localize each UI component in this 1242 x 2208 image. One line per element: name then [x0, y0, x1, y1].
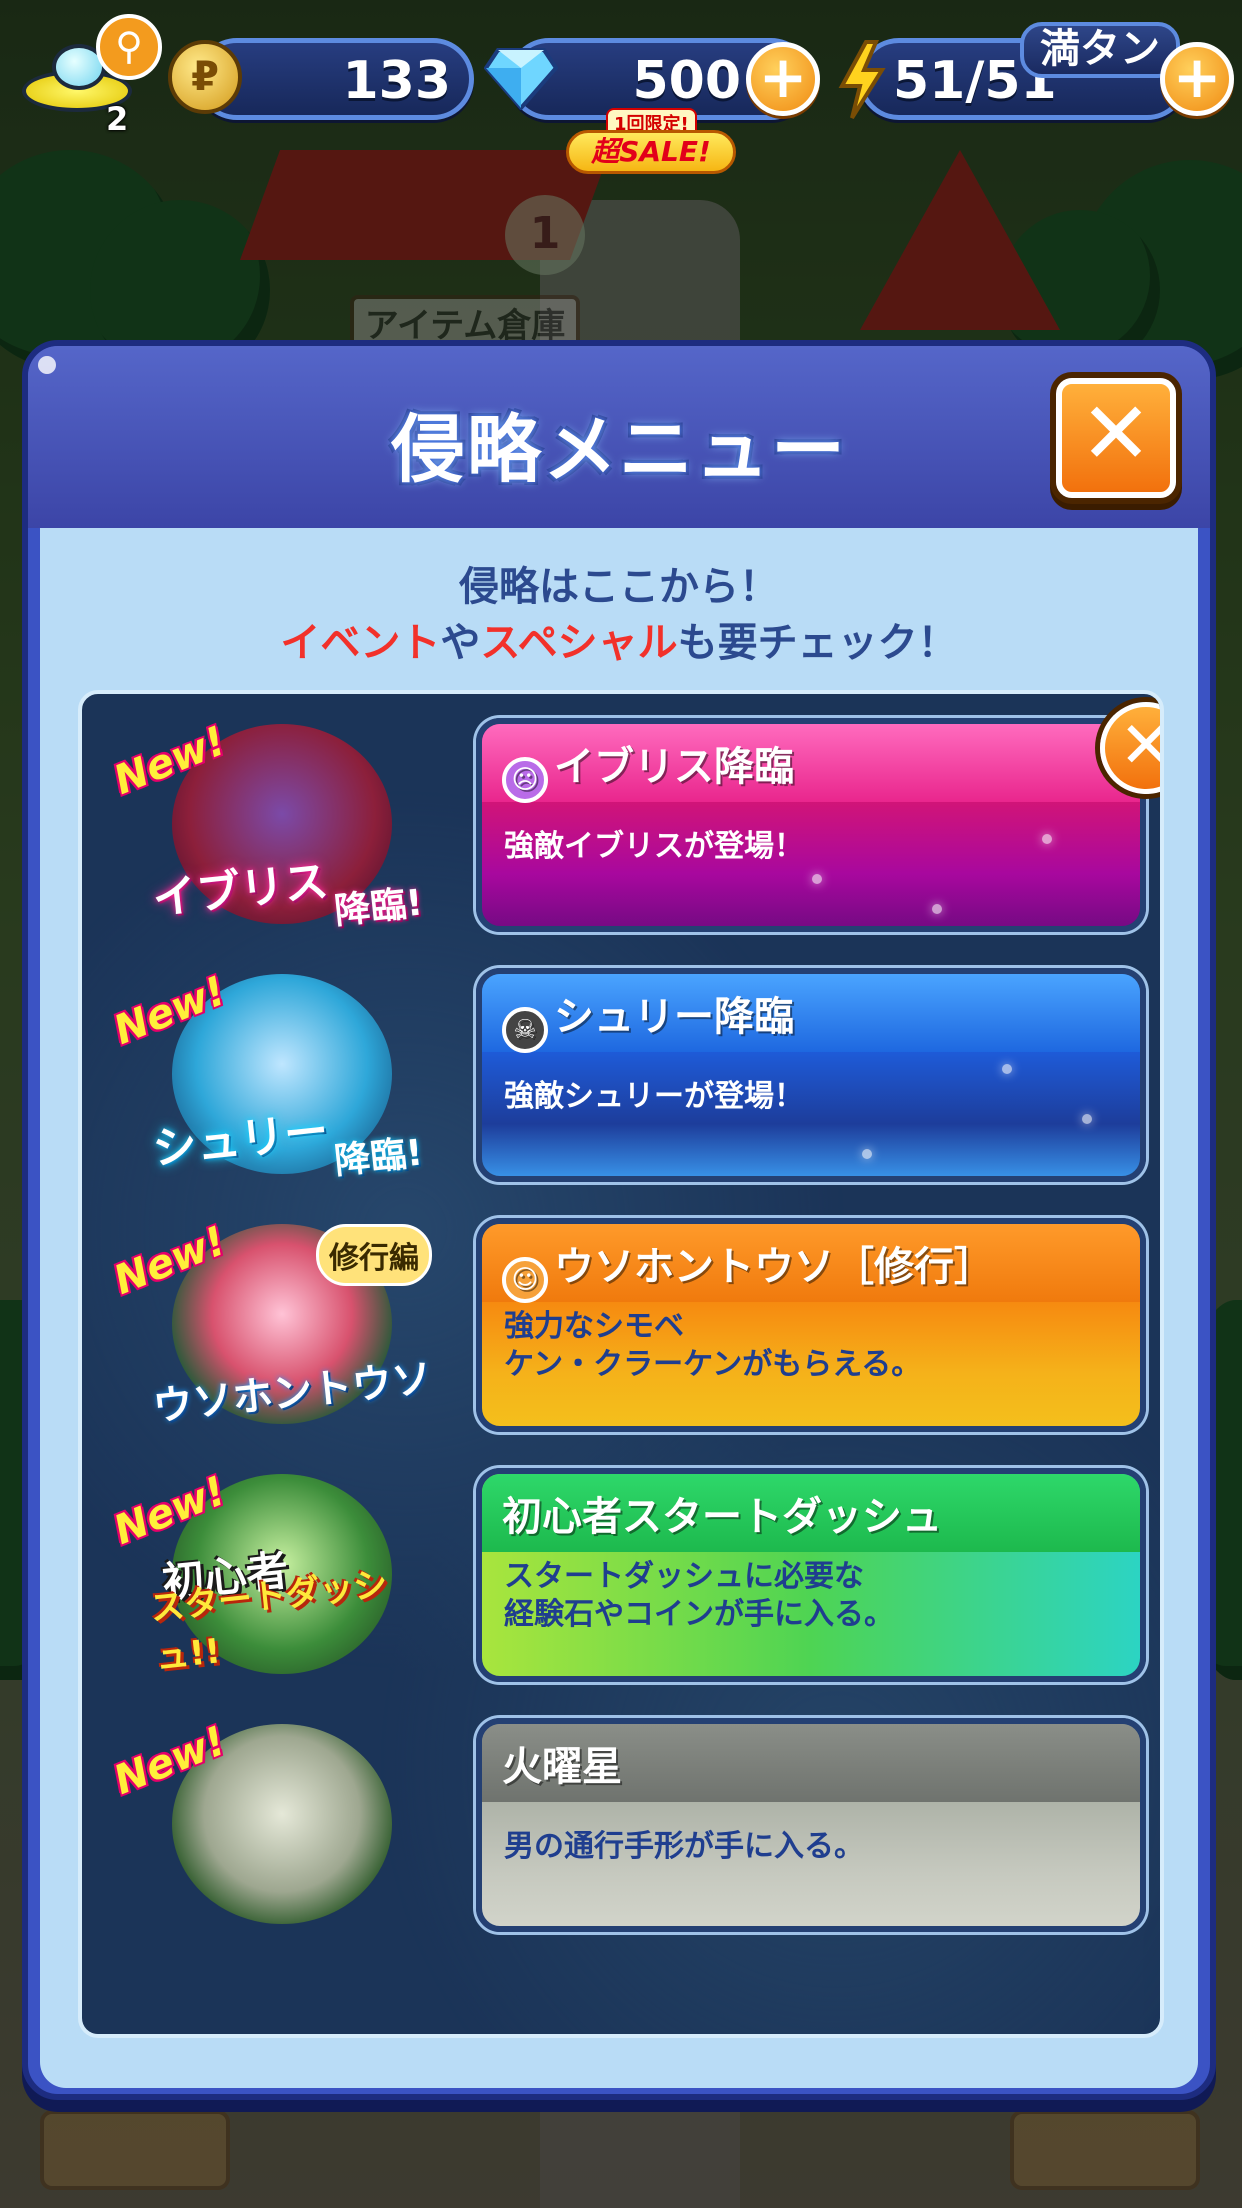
card-head: 初心者スタートダッシュ — [482, 1474, 1140, 1552]
gem-icon — [484, 48, 558, 110]
card-head: ☺ ウソホントウソ［修行］ — [482, 1224, 1140, 1303]
subtitle-special-text: スペシャル — [480, 620, 678, 666]
card-title: 初心者スタートダッシュ — [502, 1484, 942, 1542]
modal-subtitle-line2: イベントやスペシャルも要チェック！ — [40, 610, 1198, 668]
list-item[interactable]: New! イブリス 降臨! ☹ イブリス降臨 強敵イブリスが登場！ — [82, 702, 1160, 938]
sparkle — [1042, 834, 1052, 844]
card-desc: スタートダッシュに必要な 経験石やコインが手に入る。 — [504, 1558, 894, 1634]
modal-body: 侵略はここから！ イベントやスペシャルも要チェック！ New! イブリス 降臨!… — [40, 528, 1198, 2088]
card-desc: 強敵イブリスが登場！ — [504, 828, 804, 866]
card-desc: 強力なシモベ ケン・クラーケンがもらえる。 — [504, 1308, 921, 1384]
menu-list[interactable]: New! イブリス 降臨! ☹ イブリス降臨 強敵イブリスが登場！ New! シ… — [78, 690, 1164, 2038]
purple-face-icon: ☹ — [502, 757, 548, 803]
lightning-icon — [838, 40, 886, 120]
invasion-menu-modal: 侵略メニュー ✕ 侵略はここから！ イベントやスペシャルも要チェック！ New!… — [22, 340, 1216, 2100]
event-thumbnail: New! 初心者 スタートダッシュ!! — [108, 1464, 442, 1684]
card-head: 火曜星 — [482, 1724, 1140, 1802]
subtitle-connector-text: や — [440, 620, 481, 666]
event-thumbnail: New! イブリス 降臨! — [108, 714, 442, 934]
status-bar: ⚲ 2 133 ₽ 500 + 51/51 満タン + 1回限定! 超SALE! — [0, 0, 1242, 174]
event-card-iblis[interactable]: ☹ イブリス降臨 強敵イブリスが登場！ — [476, 718, 1146, 932]
sparkle — [1002, 1064, 1012, 1074]
modal-subtitle-line1: 侵略はここから！ — [459, 564, 779, 610]
event-thumbnail: New! シュリー 降臨! — [108, 964, 442, 1184]
sparkle — [812, 874, 822, 884]
card-title-text: イブリス降臨 — [554, 744, 794, 790]
gem-add-button[interactable]: + — [746, 42, 820, 116]
card-desc-line2: 経験石やコインが手に入る。 — [504, 1597, 894, 1632]
list-item[interactable]: New! 火曜星 男の通行手形が手に入る。 — [82, 1708, 1160, 1938]
card-desc: 強敵シュリーが登場！ — [504, 1078, 804, 1116]
event-thumbnail: New! — [108, 1714, 442, 1934]
card-head: ☠ シュリー降臨 — [482, 974, 1140, 1053]
card-title: ☺ ウソホントウソ［修行］ — [502, 1234, 994, 1303]
card-desc-line1: スタートダッシュに必要な — [504, 1559, 864, 1594]
event-card-tuesday-star[interactable]: 火曜星 男の通行手形が手に入る。 — [476, 1718, 1146, 1932]
event-card-beginner-start-dash[interactable]: 初心者スタートダッシュ スタートダッシュに必要な 経験石やコインが手に入る。 — [476, 1468, 1146, 1682]
card-title-text: 火曜星 — [502, 1744, 622, 1790]
sparkle — [1082, 1114, 1092, 1124]
stamina-add-button[interactable]: + — [1160, 42, 1234, 116]
card-title-text: 初心者スタートダッシュ — [502, 1494, 942, 1540]
modal-header: 侵略メニュー ✕ — [28, 346, 1210, 528]
modal-title: 侵略メニュー — [391, 407, 847, 493]
card-title: 火曜星 — [502, 1734, 622, 1792]
sale-badge[interactable]: 1回限定! 超SALE! — [566, 108, 736, 174]
card-desc-line1: 男の通行手形が手に入る。 — [504, 1829, 864, 1864]
search-icon[interactable]: ⚲ — [96, 14, 162, 80]
list-item[interactable]: New! 初心者 スタートダッシュ!! 初心者スタートダッシュ スタートダッシュ… — [82, 1458, 1160, 1688]
thumb-sub: 降臨! — [332, 1132, 425, 1183]
orange-face-icon: ☺ — [502, 1257, 548, 1303]
thumb-sub: 降臨! — [332, 882, 425, 933]
card-desc-line2: ケン・クラーケンがもらえる。 — [504, 1347, 922, 1382]
close-button[interactable]: ✕ — [1056, 378, 1176, 498]
list-item[interactable]: New! ウソホントウソ 修行編 ☺ ウソホントウソ［修行］ 強力なシモベ ケン・… — [82, 1208, 1160, 1438]
sparkle — [932, 904, 942, 914]
card-desc-line1: 強敵イブリスが登場！ — [504, 829, 804, 864]
stamina-full-label: 満タン — [1020, 22, 1180, 78]
coin-icon: ₽ — [168, 40, 242, 114]
event-thumbnail: New! ウソホントウソ 修行編 — [108, 1214, 442, 1434]
ufo-button[interactable]: ⚲ 2 — [22, 14, 162, 138]
list-item[interactable]: New! シュリー 降臨! ☠ シュリー降臨 強敵シュリーが登場！ — [82, 958, 1160, 1188]
dark-face-icon: ☠ — [502, 1007, 548, 1053]
card-title: ☠ シュリー降臨 — [502, 984, 794, 1053]
sale-badge-main: 超SALE! — [566, 130, 736, 174]
event-card-shuri[interactable]: ☠ シュリー降臨 強敵シュリーが登場！ — [476, 968, 1146, 1182]
thumb-sub: 修行編 — [316, 1224, 432, 1286]
card-title-text: ウソホントウソ［修行］ — [554, 1244, 994, 1290]
sparkle — [862, 1149, 872, 1159]
ufo-count: 2 — [106, 100, 129, 138]
subtitle-event-text: イベント — [280, 620, 441, 666]
card-desc-line1: 強力なシモベ — [504, 1309, 684, 1344]
card-title-text: シュリー降臨 — [554, 994, 794, 1040]
card-desc-line1: 強敵シュリーが登場！ — [504, 1079, 804, 1114]
event-card-uso-honto-uso[interactable]: ☺ ウソホントウソ［修行］ 強力なシモベ ケン・クラーケンがもらえる。 — [476, 1218, 1146, 1432]
card-desc: 男の通行手形が手に入る。 — [504, 1828, 864, 1866]
subtitle-check-text: も要チェック！ — [677, 620, 958, 666]
card-title: ☹ イブリス降臨 — [502, 734, 794, 803]
card-head: ☹ イブリス降臨 — [482, 724, 1140, 803]
